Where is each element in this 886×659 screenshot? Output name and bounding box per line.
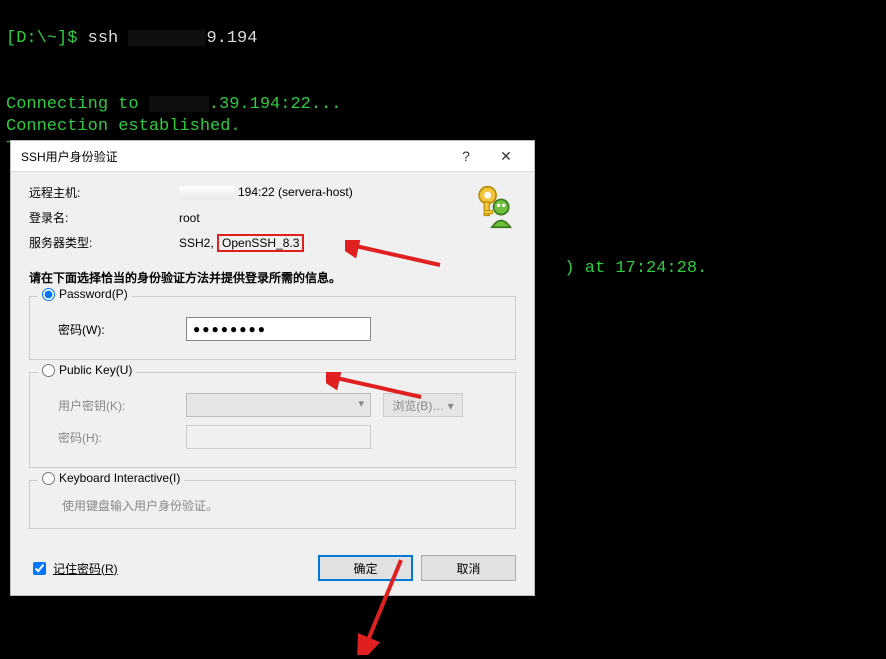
password-field-label: 密码(W): (44, 321, 174, 338)
term-cmd-prefix: ssh (88, 29, 129, 48)
term-conn1a: Connecting to (6, 95, 149, 114)
browse-button[interactable]: 浏览(B)… ▾ (383, 393, 463, 417)
key-person-icon (464, 180, 520, 236)
kbd-radio-label: Keyboard Interactive(I) (59, 471, 180, 485)
pubkey-password-input[interactable] (186, 425, 371, 449)
titlebar[interactable]: SSH用户身份验证 ? ✕ (11, 141, 534, 172)
term-cmd-suffix: 9.194 (206, 29, 257, 48)
term-right-line: ) at 17:24:28. (564, 259, 707, 278)
password-input[interactable] (186, 317, 371, 341)
kbd-radio[interactable]: Keyboard Interactive(I) (38, 471, 184, 485)
remember-password-checkbox[interactable]: 记住密码(R) (29, 559, 118, 578)
ok-button[interactable]: 确定 (318, 555, 413, 581)
dialog-title: SSH用户身份验证 (21, 148, 446, 165)
userkey-combo[interactable] (186, 393, 371, 417)
publickey-radio-input[interactable] (42, 364, 55, 377)
instruction-text: 请在下面选择恰当的身份验证方法并提供登录所需的信息。 (29, 269, 516, 286)
publickey-group: Public Key(U) 用户密钥(K): 浏览(B)… ▾ 密码(H): (29, 372, 516, 468)
close-button[interactable]: ✕ (486, 145, 526, 167)
server-type-label: 服务器类型: (29, 234, 179, 251)
redacted-ip-1 (128, 30, 206, 46)
password-group: Password(P) 密码(W): (29, 296, 516, 360)
publickey-radio[interactable]: Public Key(U) (38, 363, 136, 377)
server-type-prefix: SSH2, (179, 236, 217, 250)
term-conn2: Connection established. (6, 117, 241, 136)
term-prompt: [D:\~]$ (6, 29, 88, 48)
kbd-hint-text: 使用键盘输入用户身份验证。 (44, 497, 501, 514)
password-radio[interactable]: Password(P) (38, 287, 132, 301)
login-label: 登录名: (29, 209, 179, 226)
remember-password-label: 记住密码(R) (53, 560, 118, 577)
remote-host-value: 194:22 (servera-host) (238, 185, 353, 199)
cancel-button[interactable]: 取消 (421, 555, 516, 581)
server-type-highlight: OpenSSH_8.3 (217, 234, 304, 252)
redacted-ip-2 (149, 96, 209, 112)
remember-password-input[interactable] (33, 562, 46, 575)
kbdinteractive-group: Keyboard Interactive(I) 使用键盘输入用户身份验证。 (29, 480, 516, 529)
remote-host-label: 远程主机: (29, 184, 179, 201)
pubkey-password-label: 密码(H): (44, 429, 174, 446)
ssh-auth-dialog: SSH用户身份验证 ? ✕ 远程主机: 194:22 (servera-host… (10, 140, 535, 596)
publickey-radio-label: Public Key(U) (59, 363, 132, 377)
term-conn1b: .39.194:22... (209, 95, 342, 114)
redacted-host (179, 186, 234, 200)
help-icon: ? (462, 148, 470, 164)
close-icon: ✕ (500, 148, 512, 165)
login-value: root (179, 211, 200, 225)
userkey-label: 用户密钥(K): (44, 397, 174, 414)
help-button[interactable]: ? (446, 145, 486, 167)
kbd-radio-input[interactable] (42, 472, 55, 485)
password-radio-label: Password(P) (59, 287, 128, 301)
password-radio-input[interactable] (42, 288, 55, 301)
